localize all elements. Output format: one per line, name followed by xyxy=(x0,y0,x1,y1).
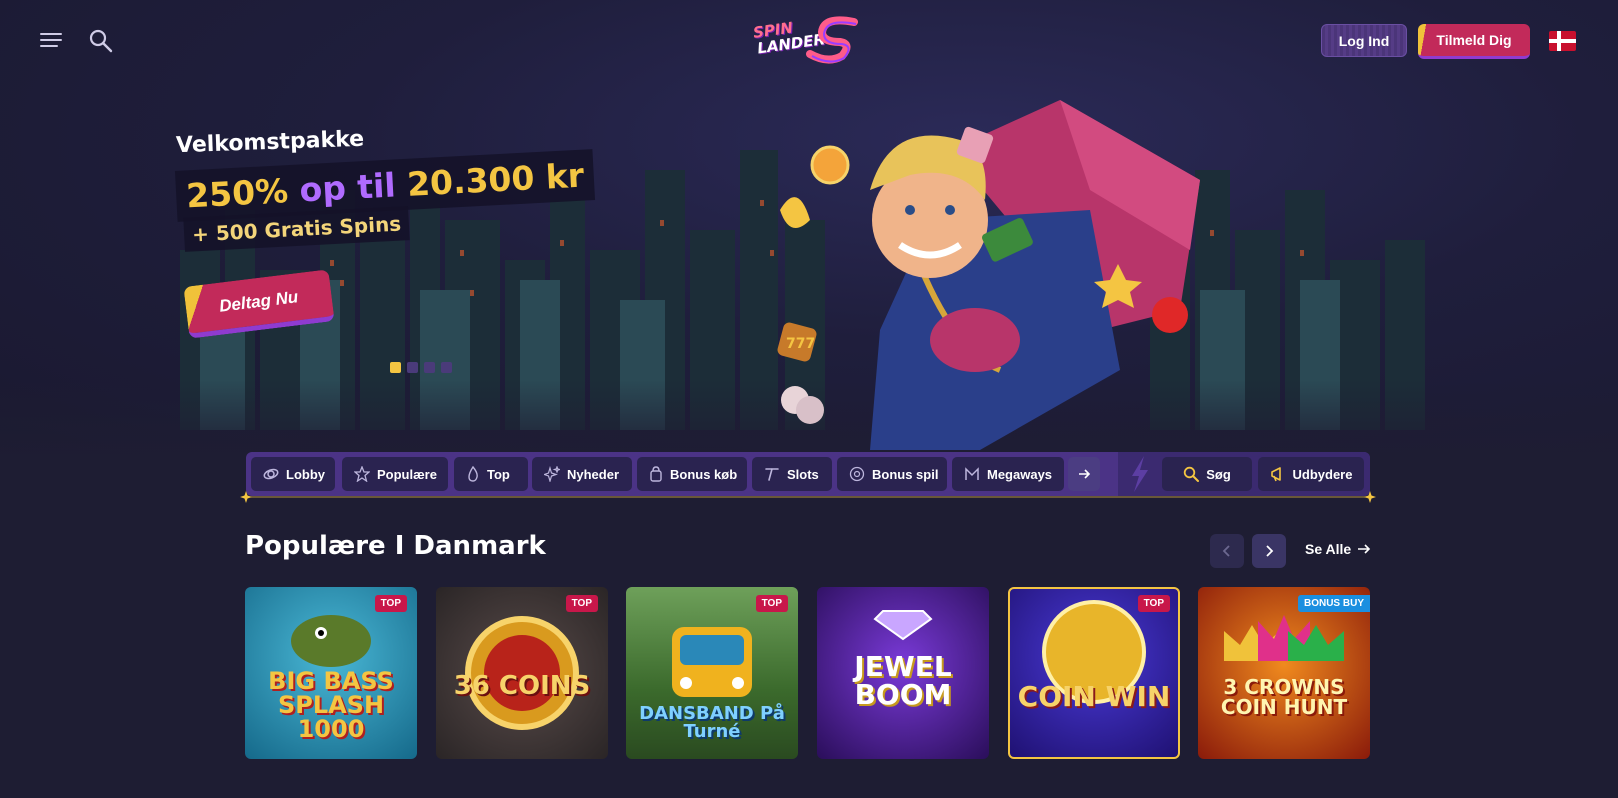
offer-connector: op til xyxy=(298,165,397,210)
category-slots[interactable]: Slots xyxy=(752,457,832,491)
carousel-dot[interactable] xyxy=(441,362,452,373)
game-title: COIN WIN xyxy=(1017,680,1171,713)
coin-icon xyxy=(849,466,865,482)
star-icon xyxy=(354,466,370,482)
search-label: Søg xyxy=(1206,466,1231,482)
category-label: Slots xyxy=(787,466,819,482)
arrow-right-icon xyxy=(1079,469,1091,479)
top-badge: TOP xyxy=(565,595,598,612)
bus-illustration xyxy=(672,627,752,697)
game-title: BIG BASS SPLASH 1000 xyxy=(268,667,394,743)
carousel-dot[interactable] xyxy=(424,362,435,373)
game-tile[interactable]: DANSBAND På Turné TOP xyxy=(626,587,798,759)
slot-icon xyxy=(765,468,779,481)
carousel-dot[interactable] xyxy=(390,362,401,373)
signup-button[interactable]: Tilmeld Dig xyxy=(1418,24,1530,59)
search-icon xyxy=(1184,466,1200,482)
logo-s-mark xyxy=(806,16,858,64)
category-label: Nyheder xyxy=(567,466,620,482)
category-top[interactable]: Top xyxy=(454,457,528,491)
category-label: Bonus køb xyxy=(670,466,738,482)
see-all-label: Se Alle xyxy=(1305,541,1352,557)
bag-icon xyxy=(650,466,662,482)
game-tile[interactable]: BIG BASS SPLASH 1000 TOP xyxy=(245,587,417,759)
category-label: Megaways xyxy=(987,466,1053,482)
lobby-icon xyxy=(263,468,279,480)
chevron-right-icon xyxy=(1266,545,1274,557)
category-scroll-right-button[interactable] xyxy=(1068,457,1100,491)
category-bar-sparkle-line xyxy=(240,491,1376,503)
game-title: 3 CROWNS COIN HUNT xyxy=(1220,675,1348,719)
game-title: 36 COINS xyxy=(453,671,591,701)
top-header: SPIN LANDER Log Ind Tilmeld Dig xyxy=(0,0,1618,80)
menu-icon[interactable] xyxy=(38,28,64,52)
category-label: Bonus spil xyxy=(872,466,939,482)
top-badge: TOP xyxy=(374,595,407,612)
chevron-left-icon xyxy=(1222,545,1230,557)
game-tile[interactable]: 36 COINS TOP xyxy=(436,587,608,759)
providers-button[interactable]: Udbydere xyxy=(1258,457,1364,491)
offer-amount: 20.300 kr xyxy=(406,155,585,204)
carousel-dots xyxy=(390,362,452,373)
flame-icon xyxy=(468,466,478,482)
category-search-button[interactable]: Søg xyxy=(1162,457,1252,491)
sparkle-icon xyxy=(544,466,560,482)
top-badge: TOP xyxy=(755,595,788,612)
megaphone-icon xyxy=(1270,467,1281,482)
bonus-buy-badge: BONUS BUY xyxy=(1297,595,1370,612)
megaways-icon xyxy=(965,467,979,480)
category-new[interactable]: Nyheder xyxy=(532,457,632,491)
spinlander-logo[interactable]: SPIN LANDER xyxy=(748,12,866,68)
top-badge: TOP xyxy=(1137,595,1170,612)
diamond-illustration xyxy=(873,610,933,641)
superhero-illustration: 777 xyxy=(777,100,1200,450)
login-button[interactable]: Log Ind xyxy=(1321,24,1407,57)
see-all-link[interactable]: Se Alle xyxy=(1305,541,1371,557)
game-tile[interactable]: 3 CROWNS COIN HUNT BONUS BUY xyxy=(1198,587,1370,759)
carousel-prev-button[interactable] xyxy=(1210,534,1244,568)
category-megaways[interactable]: Megaways xyxy=(952,457,1064,491)
arrow-right-icon xyxy=(1358,544,1371,554)
providers-label: Udbydere xyxy=(1292,466,1353,482)
carousel-dot[interactable] xyxy=(407,362,418,373)
category-lobby[interactable]: Lobby xyxy=(251,457,335,491)
category-label: Populære xyxy=(377,466,437,482)
category-label: Top xyxy=(487,466,510,482)
game-tile[interactable]: JEWEL BOOM xyxy=(817,587,989,759)
denmark-flag-icon[interactable] xyxy=(1549,31,1576,51)
category-bonus-buy[interactable]: Bonus køb xyxy=(637,457,747,491)
category-popular[interactable]: Populære xyxy=(342,457,448,491)
crowns-illustration xyxy=(1224,615,1344,661)
carousel-next-button[interactable] xyxy=(1252,534,1286,568)
game-tile[interactable]: COIN WIN TOP xyxy=(1008,587,1180,759)
lightning-icon xyxy=(1132,456,1148,492)
section-title: Populære I Danmark xyxy=(245,531,546,561)
svg-text:777: 777 xyxy=(786,336,815,352)
fish-illustration xyxy=(291,615,371,667)
category-bonus-games[interactable]: Bonus spil xyxy=(837,457,947,491)
category-label: Lobby xyxy=(286,466,325,482)
game-title: DANSBAND På Turné xyxy=(639,703,785,742)
offer-percent: 250% xyxy=(185,171,290,216)
search-icon[interactable] xyxy=(88,28,114,54)
game-title: JEWEL BOOM xyxy=(854,650,952,711)
